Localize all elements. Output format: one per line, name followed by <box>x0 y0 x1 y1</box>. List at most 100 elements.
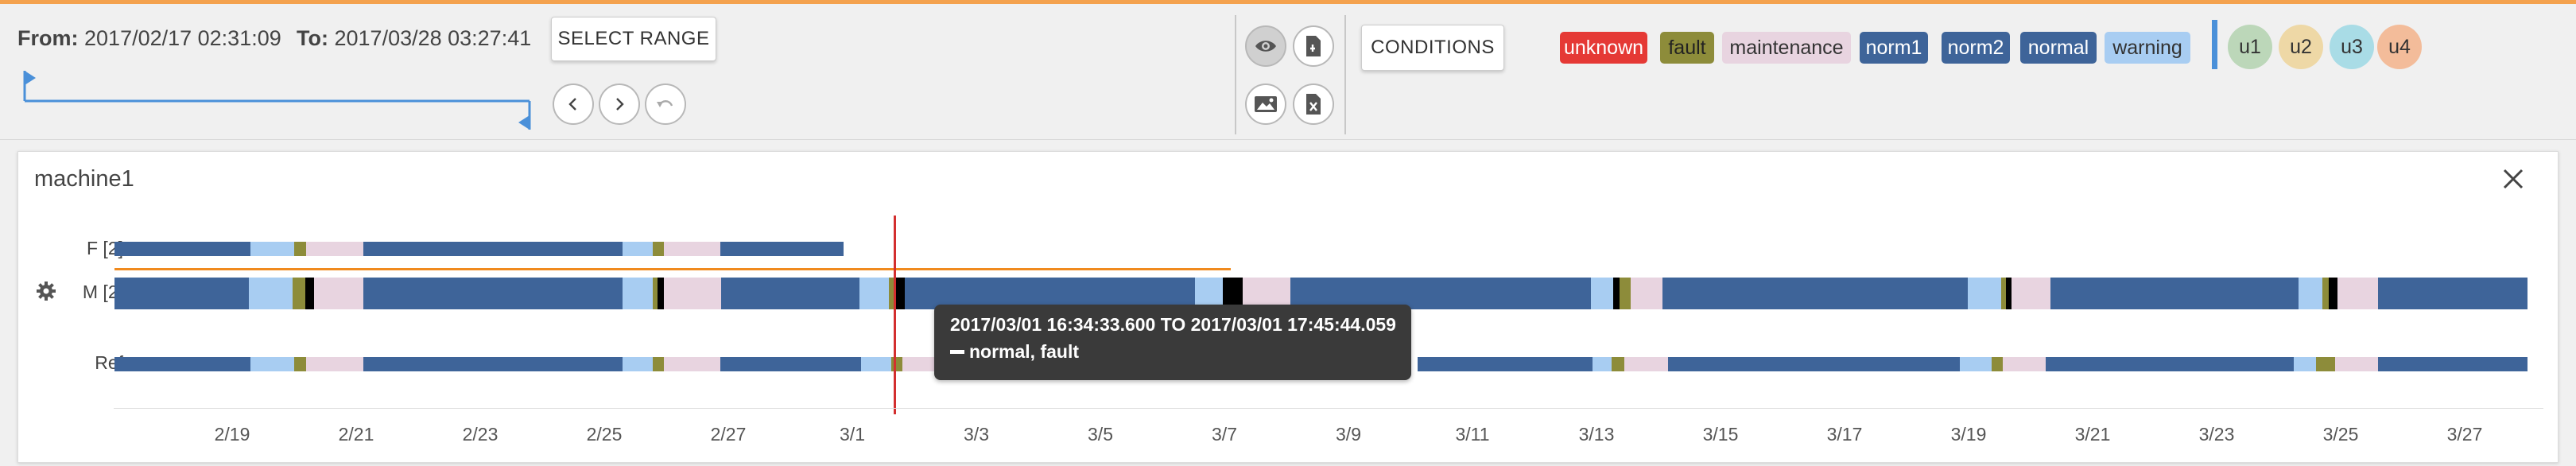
axis-tick: 3/15 <box>1702 424 1739 445</box>
warning-segment[interactable] <box>250 242 294 256</box>
legend-tag-fault[interactable]: fault <box>1660 32 1714 64</box>
normal-segment[interactable] <box>114 357 250 371</box>
axis-tick: 3/13 <box>1578 424 1615 445</box>
export-excel-button[interactable] <box>1293 83 1334 125</box>
normal-segment[interactable] <box>1668 357 1960 371</box>
normal-segment[interactable] <box>363 357 623 371</box>
axis-line <box>114 408 2543 409</box>
range-start-handle <box>25 71 36 85</box>
legend-tag-normal[interactable]: normal <box>2020 32 2097 64</box>
normal-segment[interactable] <box>114 278 249 309</box>
warning-segment[interactable] <box>2294 357 2316 371</box>
maintenance-segment[interactable] <box>664 357 720 371</box>
view-toggle-button[interactable] <box>1245 25 1286 67</box>
warning-segment[interactable] <box>623 357 653 371</box>
legend-tag-maintenance[interactable]: maintenance <box>1722 32 1851 64</box>
normal-segment[interactable] <box>2378 278 2528 309</box>
range-to: To: 2017/03/28 03:27:41 <box>297 26 531 51</box>
maintenance-segment[interactable] <box>2335 357 2378 371</box>
user-tag-u1[interactable]: u1 <box>2228 25 2272 69</box>
overlap-segment[interactable] <box>896 278 905 309</box>
normal-segment[interactable] <box>1418 357 1593 371</box>
warning-segment[interactable] <box>861 357 891 371</box>
user-tag-u2[interactable]: u2 <box>2279 25 2323 69</box>
axis-tick: 2/21 <box>338 424 374 445</box>
fault-segment[interactable] <box>1992 357 2003 371</box>
warning-segment[interactable] <box>1593 357 1612 371</box>
legend-tag-warning[interactable]: warning <box>2105 32 2190 64</box>
normal-segment[interactable] <box>721 278 859 309</box>
gear-icon[interactable] <box>36 281 56 301</box>
axis-tick: 3/23 <box>2198 424 2235 445</box>
fault-segment[interactable] <box>653 242 664 256</box>
to-label: To: <box>297 26 328 50</box>
normal-segment[interactable] <box>363 242 623 256</box>
axis-tick: 2/19 <box>214 424 250 445</box>
maintenance-segment[interactable] <box>306 242 363 256</box>
maintenance-segment[interactable] <box>314 278 363 309</box>
close-icon[interactable] <box>2502 168 2524 190</box>
from-label: From: <box>17 26 79 50</box>
warning-segment[interactable] <box>1591 278 1613 309</box>
legend-tag-unknown[interactable]: unknown <box>1560 32 1647 64</box>
user-tag-u4[interactable]: u4 <box>2377 25 2422 69</box>
maintenance-segment[interactable] <box>2012 278 2050 309</box>
warning-segment[interactable] <box>1960 357 1992 371</box>
warning-segment[interactable] <box>1968 278 2001 309</box>
normal-segment[interactable] <box>2050 278 2299 309</box>
fault-segment[interactable] <box>2322 278 2329 309</box>
image-icon <box>1255 96 1277 112</box>
warning-segment[interactable] <box>250 357 294 371</box>
prev-range-button[interactable] <box>553 83 594 125</box>
fault-segment[interactable] <box>293 278 305 309</box>
overlap-segment[interactable] <box>1613 278 1620 309</box>
warning-segment[interactable] <box>859 278 889 309</box>
fault-segment[interactable] <box>1612 357 1624 371</box>
normal-segment[interactable] <box>720 242 844 256</box>
axis-tick: 3/27 <box>2446 424 2483 445</box>
next-range-button[interactable] <box>599 83 640 125</box>
overlap-segment[interactable] <box>2006 278 2012 309</box>
export-pdf-button[interactable] <box>1293 25 1334 67</box>
maintenance-segment[interactable] <box>2003 357 2046 371</box>
overlap-segment[interactable] <box>2329 278 2337 309</box>
maintenance-segment[interactable] <box>1624 357 1668 371</box>
fault-segment[interactable] <box>653 357 664 371</box>
time-cursor[interactable] <box>894 216 896 414</box>
maintenance-segment[interactable] <box>306 357 363 371</box>
warning-segment[interactable] <box>2299 278 2322 309</box>
normal-segment[interactable] <box>2046 357 2294 371</box>
maintenance-segment[interactable] <box>664 278 721 309</box>
range-slider[interactable] <box>14 68 539 139</box>
fault-segment[interactable] <box>294 357 306 371</box>
overlap-segment[interactable] <box>305 278 314 309</box>
normal-segment[interactable] <box>363 278 623 309</box>
fault-segment[interactable] <box>1620 278 1631 309</box>
divider <box>1344 15 1346 134</box>
warning-segment[interactable] <box>623 242 653 256</box>
fault-segment[interactable] <box>294 242 306 256</box>
overlap-segment[interactable] <box>658 278 664 309</box>
normal-segment[interactable] <box>2378 357 2528 371</box>
legend-tag-norm2[interactable]: norm2 <box>1942 32 2010 64</box>
select-range-button[interactable]: SELECT RANGE <box>551 17 716 61</box>
fault-segment[interactable] <box>2316 357 2335 371</box>
export-image-button[interactable] <box>1245 83 1286 125</box>
undo-range-button[interactable] <box>645 83 686 125</box>
conditions-button[interactable]: CONDITIONS <box>1361 25 1504 71</box>
range-end-handle <box>518 115 530 130</box>
maintenance-segment[interactable] <box>2337 278 2378 309</box>
normal-segment[interactable] <box>720 357 861 371</box>
maintenance-segment[interactable] <box>664 242 720 256</box>
tooltip-swatch <box>950 350 964 354</box>
axis-tick: 3/9 <box>1336 424 1361 445</box>
normal-segment[interactable] <box>114 242 250 256</box>
warning-segment[interactable] <box>623 278 653 309</box>
eye-icon <box>1255 41 1276 52</box>
selection-line[interactable] <box>114 268 1231 270</box>
maintenance-segment[interactable] <box>1631 278 1662 309</box>
warning-segment[interactable] <box>249 278 293 309</box>
user-tag-u3[interactable]: u3 <box>2330 25 2374 69</box>
legend-tag-norm1[interactable]: norm1 <box>1860 32 1928 64</box>
normal-segment[interactable] <box>1662 278 1968 309</box>
